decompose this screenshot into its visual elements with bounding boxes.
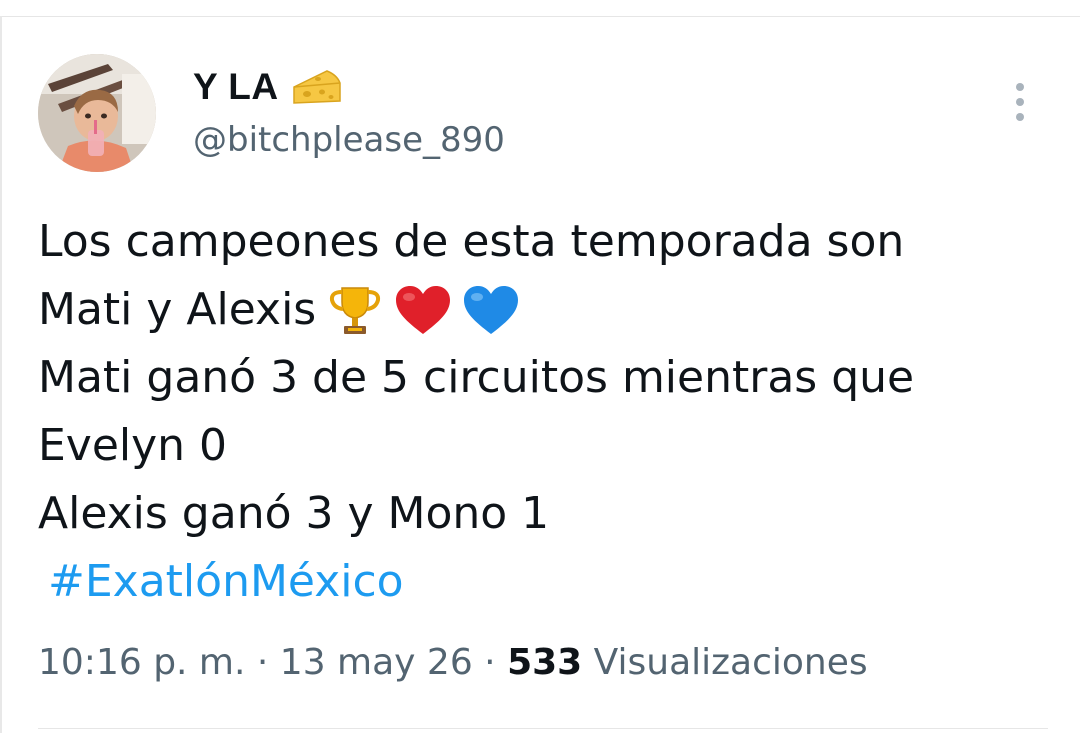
meta-separator: · xyxy=(472,642,508,683)
tweet-line: Evelyn 0 xyxy=(38,412,1048,480)
tweet-line-text: Evelyn 0 xyxy=(38,420,228,471)
tweet-text: Los campeones de esta temporada son Mati… xyxy=(38,208,1048,616)
display-name[interactable]: Y LA xyxy=(193,62,343,112)
tweet-line: Mati y Alexis xyxy=(38,276,1048,344)
more-options-button[interactable] xyxy=(1000,76,1040,128)
tweet-line: #ExatlónMéxico xyxy=(38,548,1048,616)
trophy-icon xyxy=(326,282,384,338)
tweet-date[interactable]: 13 may 26 xyxy=(280,642,473,683)
views-label[interactable]: Visualizaciones xyxy=(582,642,868,683)
tweet-card: Y LA @bitchplease_890 Los campeones de e… xyxy=(0,0,1080,733)
cheese-wedge-icon xyxy=(291,67,343,107)
display-name-text: Y LA xyxy=(193,66,279,107)
hashtag-link[interactable]: #ExatlónMéxico xyxy=(38,548,404,616)
tweet-line: Los campeones de esta temporada son xyxy=(38,208,1048,276)
tweet-line: Mati ganó 3 de 5 circuitos mientras que xyxy=(38,344,1048,412)
more-dot-icon xyxy=(1016,113,1024,121)
blue-heart-icon xyxy=(462,284,520,336)
tweet-time[interactable]: 10:16 p. m. xyxy=(38,642,245,683)
avatar-photo xyxy=(38,54,156,172)
more-dot-icon xyxy=(1016,98,1024,106)
tweet-line-text: Mati ganó 3 de 5 circuitos mientras que xyxy=(38,352,915,403)
more-dot-icon xyxy=(1016,83,1024,91)
views-count[interactable]: 533 xyxy=(507,642,582,683)
tweet-line: Alexis ganó 3 y Mono 1 xyxy=(38,480,1048,548)
red-heart-icon xyxy=(394,284,452,336)
tweet-meta: 10:16 p. m. · 13 may 26 · 533 Visualizac… xyxy=(38,642,868,683)
meta-separator: · xyxy=(245,642,280,683)
bottom-divider xyxy=(38,728,1048,729)
tweet-line-text: Mati y Alexis xyxy=(38,284,317,335)
tweet-line-text: Los campeones de esta temporada son xyxy=(38,216,905,267)
tweet-line-text: Alexis ganó 3 y Mono 1 xyxy=(38,488,550,539)
user-handle[interactable]: @bitchplease_890 xyxy=(193,120,505,160)
avatar[interactable] xyxy=(38,54,156,172)
